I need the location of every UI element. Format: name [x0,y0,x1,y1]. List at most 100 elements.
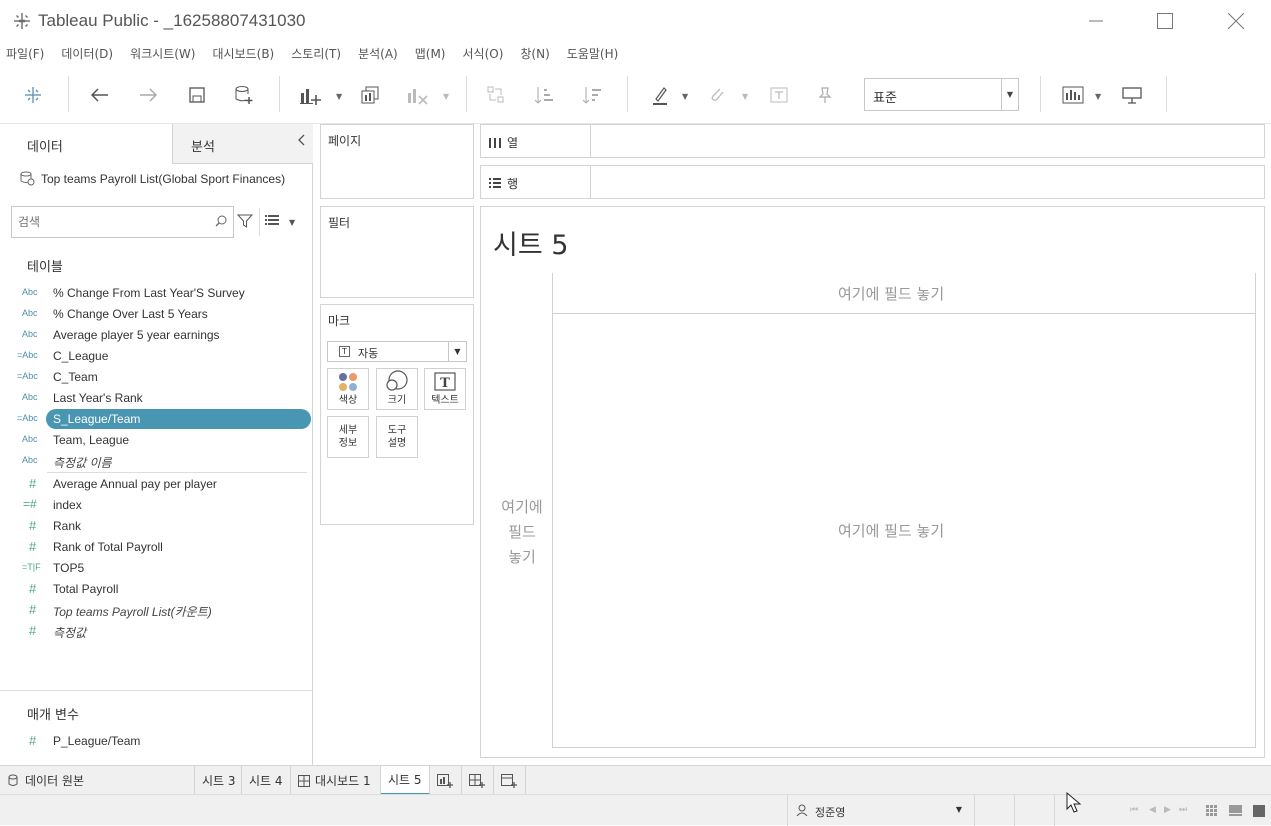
field-label: % Change From Last Year'S Survey [53,286,245,300]
parameter-item[interactable]: # P_League/Team [0,731,313,752]
menu-data[interactable]: 데이터(D) [61,45,113,62]
save-icon[interactable] [185,84,209,106]
maximize-button[interactable] [1142,6,1188,36]
new-worksheet-dropdown-icon[interactable]: ▼ [336,92,344,101]
tab-datasource[interactable]: 데이터 원본 [0,766,195,795]
field-item[interactable]: # Rank of Total Payroll [0,537,313,558]
tab-sheet-3[interactable]: 시트 3 [195,766,242,795]
highlight-dropdown-icon[interactable]: ▼ [682,92,690,101]
main-drop-zone[interactable]: 여기에 필드 놓기 [553,314,1256,748]
sheet-title[interactable]: 시트 5 [493,223,568,262]
field-item[interactable]: # 측정값 [0,621,313,642]
minimize-button[interactable] [1073,6,1119,36]
menu-worksheet[interactable]: 워크시트(W) [130,45,195,62]
field-item[interactable]: # Top teams Payroll List(카운트) [0,600,313,621]
view-list-icon[interactable] [265,214,279,226]
tab-datasource-label: 데이터 원본 [25,774,85,788]
field-item[interactable]: Abc % Change From Last Year'S Survey [0,283,313,304]
swap-rows-columns-icon[interactable] [484,84,508,106]
field-item[interactable]: Abc % Change Over Last 5 Years [0,304,313,325]
last-page-icon[interactable]: ⏭ [1179,805,1187,815]
field-item[interactable]: =# index [0,495,313,516]
rows-drop-zone[interactable]: 여기에 필드 놓기 [489,273,553,748]
view-dropdown-icon[interactable]: ▼ [289,218,295,227]
search-field[interactable] [11,206,234,238]
filter-icon[interactable] [237,214,253,228]
first-page-icon[interactable]: ⏮ [1130,805,1138,815]
group-dropdown-icon[interactable]: ▼ [742,92,750,101]
menu-analysis[interactable]: 분석(A) [358,45,398,62]
size-button[interactable]: 크기 [376,368,418,410]
clear-dropdown-icon[interactable]: ▼ [443,92,451,101]
mark-type-dropdown[interactable]: T 자동 ▼ [327,341,467,362]
field-item[interactable]: Abc Average player 5 year earnings [0,325,313,346]
number-type-icon: # [29,476,37,491]
field-item-selected[interactable]: =Abc S_League/Team [0,409,313,430]
tab-sheet-5[interactable]: 시트 5 [381,766,430,795]
filters-shelf[interactable]: 필터 [320,206,474,298]
pages-shelf[interactable]: 페이지 [320,124,474,199]
tab-data[interactable]: 데이터 [0,124,173,164]
show-me-icon[interactable] [1061,84,1085,106]
detail-button[interactable]: 세부 정보 [327,416,369,458]
fix-axes-pin-icon[interactable] [813,84,837,106]
field-item[interactable]: # Average Annual pay per player [0,474,313,495]
field-item[interactable]: # Rank [0,516,313,537]
tabs-view-icon[interactable] [1253,805,1265,817]
fit-dropdown[interactable]: 표준 ▼ [864,78,1019,111]
menu-dashboard[interactable]: 대시보드(B) [212,45,274,62]
minimize-icon [1089,20,1103,22]
string-type-icon: Abc [22,455,38,465]
fit-value: 표준 [873,91,897,106]
presentation-mode-icon[interactable] [1120,84,1144,106]
tab-analysis[interactable]: 분석 [173,124,313,163]
filmstrip-view-icon[interactable] [1229,805,1242,817]
tooltip-button[interactable]: 도구 설명 [376,416,418,458]
text-button[interactable]: T 텍스트 [424,368,466,410]
menu-help[interactable]: 도움말(H) [567,45,619,62]
field-item[interactable]: =Abc C_League [0,346,313,367]
datasource-item[interactable]: Top teams Payroll List(Global Sport Fina… [0,166,313,192]
menu-file[interactable]: 파일(F) [6,45,44,62]
group-members-icon[interactable] [705,84,729,106]
menu-format[interactable]: 서식(O) [463,45,504,62]
columns-drop-zone[interactable]: 여기에 필드 놓기 [553,273,1256,314]
parameters-heading: 매개 변수 [27,708,79,723]
undo-icon[interactable] [88,84,112,106]
show-mark-labels-icon[interactable] [767,84,791,106]
menu-window[interactable]: 창(N) [520,45,549,62]
field-item[interactable]: # Total Payroll [0,579,313,600]
grid-view-icon[interactable] [1206,805,1218,817]
new-story-tab-button[interactable] [494,766,526,795]
field-item[interactable]: Abc 측정값 이름 [0,451,313,472]
next-page-icon[interactable]: ▶ [1164,805,1171,815]
tab-dashboard-1[interactable]: 대시보드 1 [291,766,381,795]
field-item[interactable]: Abc Last Year's Rank [0,388,313,409]
new-worksheet-icon[interactable] [298,84,322,106]
tableau-home-icon[interactable] [21,84,45,106]
show-me-dropdown-icon[interactable]: ▼ [1095,92,1103,101]
new-datasource-icon[interactable] [232,84,256,106]
user-menu[interactable]: 정준영 ▼ [787,795,975,826]
clear-sheet-icon[interactable] [405,84,429,106]
color-button[interactable]: 색상 [327,368,369,410]
close-button[interactable] [1213,6,1259,36]
new-dashboard-tab-button[interactable] [462,766,494,795]
collapse-pane-icon[interactable] [297,134,305,150]
rows-shelf[interactable]: 행 [480,165,1265,199]
tab-sheet-4[interactable]: 시트 4 [242,766,291,795]
highlight-icon[interactable] [648,84,672,106]
redo-icon[interactable] [136,84,160,106]
field-item[interactable]: =Abc C_Team [0,367,313,388]
field-item[interactable]: =T|F TOP5 [0,558,313,579]
menu-map[interactable]: 맵(M) [415,45,446,62]
previous-page-icon[interactable]: ◀ [1149,805,1156,815]
field-item[interactable]: Abc Team, League [0,430,313,451]
duplicate-sheet-icon[interactable] [358,84,382,106]
columns-shelf[interactable]: 열 [480,124,1265,158]
menu-story[interactable]: 스토리(T) [291,45,341,62]
sort-descending-icon[interactable] [580,84,604,106]
sort-ascending-icon[interactable] [532,84,556,106]
new-worksheet-tab-button[interactable] [430,766,462,795]
search-input[interactable] [18,213,208,231]
